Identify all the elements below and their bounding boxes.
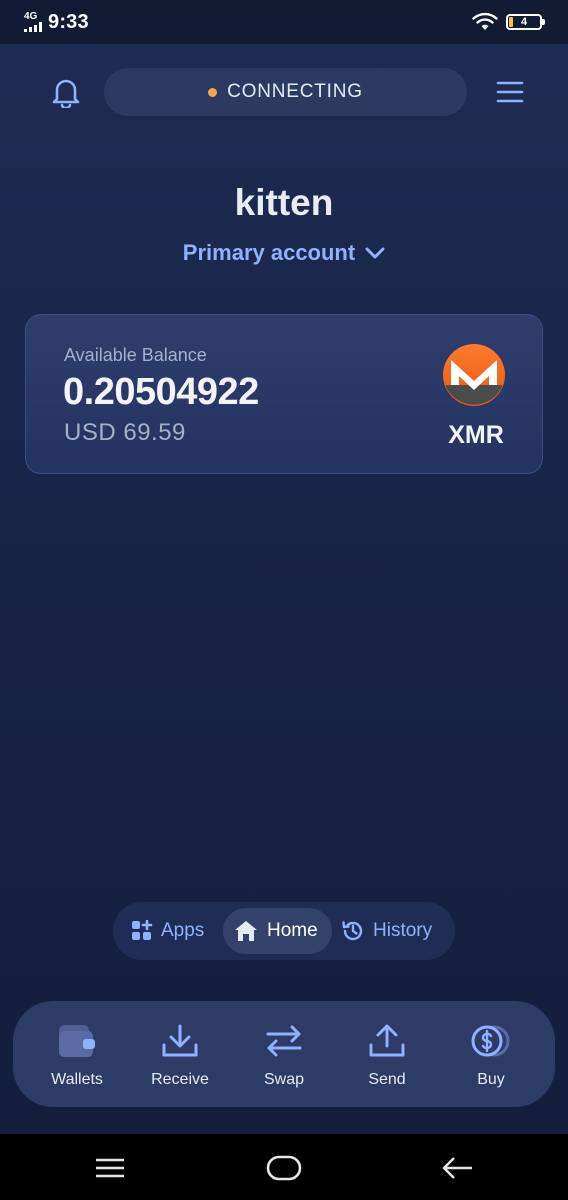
apps-icon bbox=[132, 920, 153, 940]
buy-label: Buy bbox=[477, 1071, 505, 1088]
wifi-icon bbox=[472, 12, 498, 30]
balance-fiat: USD 69.59 bbox=[64, 419, 186, 446]
receive-label: Receive bbox=[151, 1071, 209, 1088]
nav-history[interactable]: History bbox=[341, 908, 432, 954]
connection-status: CONNECTING bbox=[227, 81, 363, 102]
bell-icon bbox=[52, 79, 80, 108]
wallet-name: kitten bbox=[234, 182, 334, 223]
monero-logo-icon bbox=[443, 344, 505, 406]
clock: 9:33 bbox=[48, 10, 89, 33]
status-left: 4G 9:33 bbox=[24, 11, 89, 34]
balance-caption: Available Balance bbox=[64, 345, 207, 365]
home-pill-icon bbox=[266, 1155, 302, 1181]
battery-level: 4 bbox=[520, 16, 528, 28]
balance-amount: 0.20504922 bbox=[63, 371, 259, 413]
download-icon bbox=[162, 1024, 198, 1057]
swap-button[interactable]: Swap bbox=[239, 1019, 329, 1089]
home-icon bbox=[235, 921, 257, 941]
action-bar: Wallets Receive Swap Send Buy bbox=[13, 1001, 555, 1107]
send-label: Send bbox=[368, 1071, 406, 1088]
recents-button[interactable] bbox=[88, 1148, 132, 1188]
history-icon bbox=[342, 921, 363, 941]
coins-icon bbox=[471, 1025, 510, 1057]
currency-code: XMR bbox=[448, 421, 504, 449]
balance-card[interactable]: Available Balance 0.20504922 USD 69.59 X… bbox=[25, 314, 543, 474]
buy-button[interactable]: Buy bbox=[446, 1019, 536, 1089]
home-system-button[interactable] bbox=[262, 1148, 306, 1188]
menu-button[interactable] bbox=[492, 74, 528, 110]
nav-apps-label: Apps bbox=[161, 920, 205, 941]
notifications-button[interactable] bbox=[48, 74, 84, 110]
swap-arrows-icon bbox=[266, 1025, 302, 1057]
receive-button[interactable]: Receive bbox=[135, 1019, 225, 1089]
wallets-button[interactable]: Wallets bbox=[32, 1019, 122, 1089]
back-arrow-icon bbox=[442, 1157, 472, 1179]
wallets-label: Wallets bbox=[51, 1071, 103, 1088]
nav-home-label: Home bbox=[267, 920, 318, 941]
system-status-bar: 4G 9:33 4 bbox=[0, 0, 568, 44]
chevron-down-icon bbox=[365, 247, 385, 259]
swap-label: Swap bbox=[263, 1071, 305, 1088]
network-type: 4G bbox=[24, 11, 38, 22]
nav-home[interactable]: Home bbox=[223, 908, 332, 954]
top-bar: CONNECTING bbox=[0, 68, 568, 116]
nav-apps[interactable]: Apps bbox=[131, 908, 204, 954]
account-selector[interactable]: Primary account bbox=[0, 240, 568, 266]
send-button[interactable]: Send bbox=[342, 1019, 432, 1089]
status-dot bbox=[208, 87, 218, 97]
wallet-icon bbox=[59, 1025, 95, 1057]
system-navigation-bar bbox=[0, 1134, 568, 1200]
section-nav: Apps Home History bbox=[113, 902, 455, 960]
status-right: 4 bbox=[472, 12, 545, 32]
network-indicator: 4G bbox=[24, 12, 42, 32]
nav-history-label: History bbox=[373, 920, 433, 941]
back-button[interactable] bbox=[436, 1148, 480, 1188]
battery-icon: 4 bbox=[506, 14, 545, 30]
account-label: Primary account bbox=[182, 240, 356, 265]
connection-status-pill[interactable]: CONNECTING bbox=[104, 68, 467, 116]
recents-menu-icon bbox=[96, 1158, 124, 1178]
upload-icon bbox=[369, 1024, 405, 1057]
hamburger-menu-icon bbox=[496, 81, 524, 103]
signal-icon bbox=[24, 22, 42, 32]
